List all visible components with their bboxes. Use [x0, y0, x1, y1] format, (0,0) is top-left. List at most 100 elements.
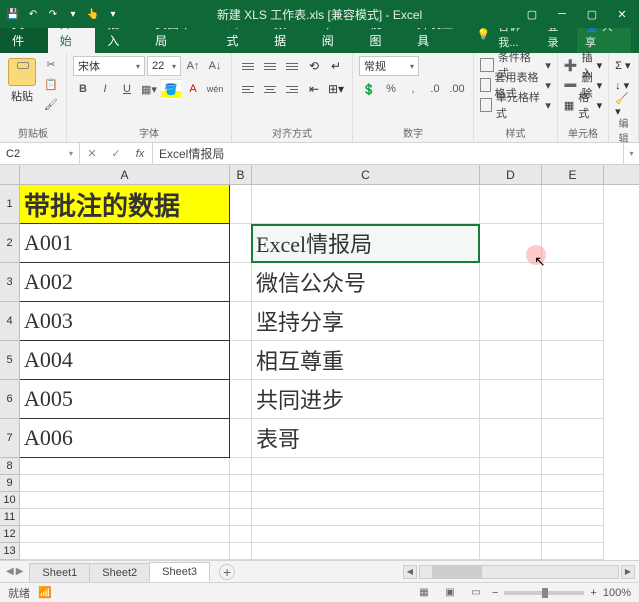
row-header[interactable]: 5 [0, 341, 20, 380]
cell[interactable] [480, 509, 542, 526]
cell[interactable]: 相互尊重 [252, 341, 480, 380]
cell[interactable] [20, 475, 230, 492]
col-header-B[interactable]: B [230, 165, 252, 184]
cell[interactable] [252, 475, 480, 492]
italic-button[interactable]: I [95, 79, 115, 99]
wrap-text-icon[interactable]: ↵ [326, 56, 346, 76]
cell[interactable] [230, 224, 252, 263]
qat-more-icon[interactable]: ▾ [64, 5, 82, 23]
minimize-button[interactable]: ─ [549, 3, 575, 25]
font-grow-icon[interactable]: A↑ [183, 56, 203, 76]
decimal-dec-icon[interactable]: .00 [447, 79, 467, 99]
sheet-nav-next-icon[interactable]: ▶ [16, 566, 24, 577]
cell[interactable]: A004 [20, 341, 230, 380]
percent-icon[interactable]: % [381, 79, 401, 99]
cell[interactable] [252, 185, 480, 224]
cell[interactable]: 坚持分享 [252, 302, 480, 341]
clear-button[interactable]: 🧹 ▾ [615, 96, 632, 114]
cut-icon[interactable]: ✂ [42, 56, 60, 73]
cell[interactable] [480, 419, 542, 458]
cell[interactable] [20, 492, 230, 509]
cell[interactable] [252, 526, 480, 543]
cell[interactable] [542, 185, 604, 224]
cell[interactable] [542, 224, 604, 263]
font-name-select[interactable]: 宋体▾ [73, 56, 145, 76]
cell[interactable] [542, 526, 604, 543]
cell[interactable] [480, 185, 542, 224]
touch-mode-icon[interactable]: 👆 [84, 5, 102, 23]
bold-button[interactable]: B [73, 79, 93, 99]
cell[interactable] [480, 302, 542, 341]
currency-icon[interactable]: 💲 [359, 79, 379, 99]
merge-button[interactable]: ⊞▾ [326, 79, 346, 99]
paste-button[interactable]: 粘贴 [6, 56, 38, 106]
sheet-tab[interactable]: Sheet2 [89, 563, 150, 582]
underline-button[interactable]: U [117, 79, 137, 99]
zoom-thumb[interactable] [542, 588, 548, 598]
cell[interactable]: A002 [20, 263, 230, 302]
align-bottom-icon[interactable] [282, 56, 302, 76]
zoom-level[interactable]: 100% [603, 587, 631, 599]
row-header[interactable]: 3 [0, 263, 20, 302]
row-header[interactable]: 9 [0, 475, 20, 492]
sheet-tab[interactable]: Sheet3 [149, 562, 210, 582]
row-header[interactable]: 8 [0, 458, 20, 475]
font-shrink-icon[interactable]: A↓ [205, 56, 225, 76]
cell[interactable]: 微信公众号 [252, 263, 480, 302]
cell[interactable] [230, 380, 252, 419]
cell[interactable] [20, 526, 230, 543]
view-normal-icon[interactable]: ▦ [414, 585, 434, 601]
cell[interactable]: A003 [20, 302, 230, 341]
add-sheet-button[interactable]: + [219, 564, 235, 580]
row-header[interactable]: 7 [0, 419, 20, 458]
row-header[interactable]: 4 [0, 302, 20, 341]
fill-color-button[interactable]: 🪣 [161, 79, 181, 99]
undo-icon[interactable]: ↶ [24, 5, 42, 23]
row-header[interactable]: 10 [0, 492, 20, 509]
cell[interactable] [480, 458, 542, 475]
cell[interactable] [542, 302, 604, 341]
cell[interactable] [20, 509, 230, 526]
row-header[interactable]: 2 [0, 224, 20, 263]
scroll-left-icon[interactable]: ◀ [403, 565, 417, 579]
scrollbar-thumb[interactable] [432, 566, 482, 578]
cell[interactable] [20, 543, 230, 560]
border-button[interactable]: ▦▾ [139, 79, 159, 99]
horizontal-scrollbar[interactable] [419, 565, 619, 579]
cell[interactable]: 带批注的数据 [20, 185, 230, 224]
cell[interactable]: 共同进步 [252, 380, 480, 419]
col-header-E[interactable]: E [542, 165, 604, 184]
font-color-button[interactable]: A [183, 79, 203, 99]
redo-icon[interactable]: ↷ [44, 5, 62, 23]
cell[interactable] [542, 475, 604, 492]
autosum-button[interactable]: Σ ▾ [615, 56, 632, 74]
cell[interactable] [542, 509, 604, 526]
accept-formula-icon[interactable]: ✓ [104, 143, 128, 164]
cell[interactable] [480, 263, 542, 302]
name-box[interactable]: C2▾ [0, 143, 80, 164]
cell[interactable]: 表哥 [252, 419, 480, 458]
cell[interactable] [230, 543, 252, 560]
font-size-select[interactable]: 22▾ [147, 56, 181, 76]
cell[interactable] [480, 543, 542, 560]
cell[interactable] [542, 543, 604, 560]
cell[interactable]: A006 [20, 419, 230, 458]
cell[interactable] [230, 341, 252, 380]
align-center-icon[interactable] [260, 79, 280, 99]
cell[interactable] [252, 509, 480, 526]
col-header-C[interactable]: C [252, 165, 480, 184]
cell[interactable] [252, 458, 480, 475]
cell[interactable] [542, 492, 604, 509]
cell[interactable] [480, 380, 542, 419]
cell[interactable] [542, 380, 604, 419]
cell[interactable] [230, 263, 252, 302]
decimal-inc-icon[interactable]: .0 [425, 79, 445, 99]
cell[interactable] [20, 458, 230, 475]
format-painter-icon[interactable]: 🖌 [42, 96, 60, 113]
cell[interactable] [230, 509, 252, 526]
format-cells-button[interactable]: ▦ 格式 ▾ [564, 96, 602, 114]
fx-icon[interactable]: fx [128, 143, 152, 164]
view-layout-icon[interactable]: ▣ [440, 585, 460, 601]
worksheet-grid[interactable]: A B C D E 1 2 3 4 5 6 7 8 9 10 11 12 13 … [0, 165, 639, 560]
expand-formula-icon[interactable]: ▾ [623, 143, 639, 164]
